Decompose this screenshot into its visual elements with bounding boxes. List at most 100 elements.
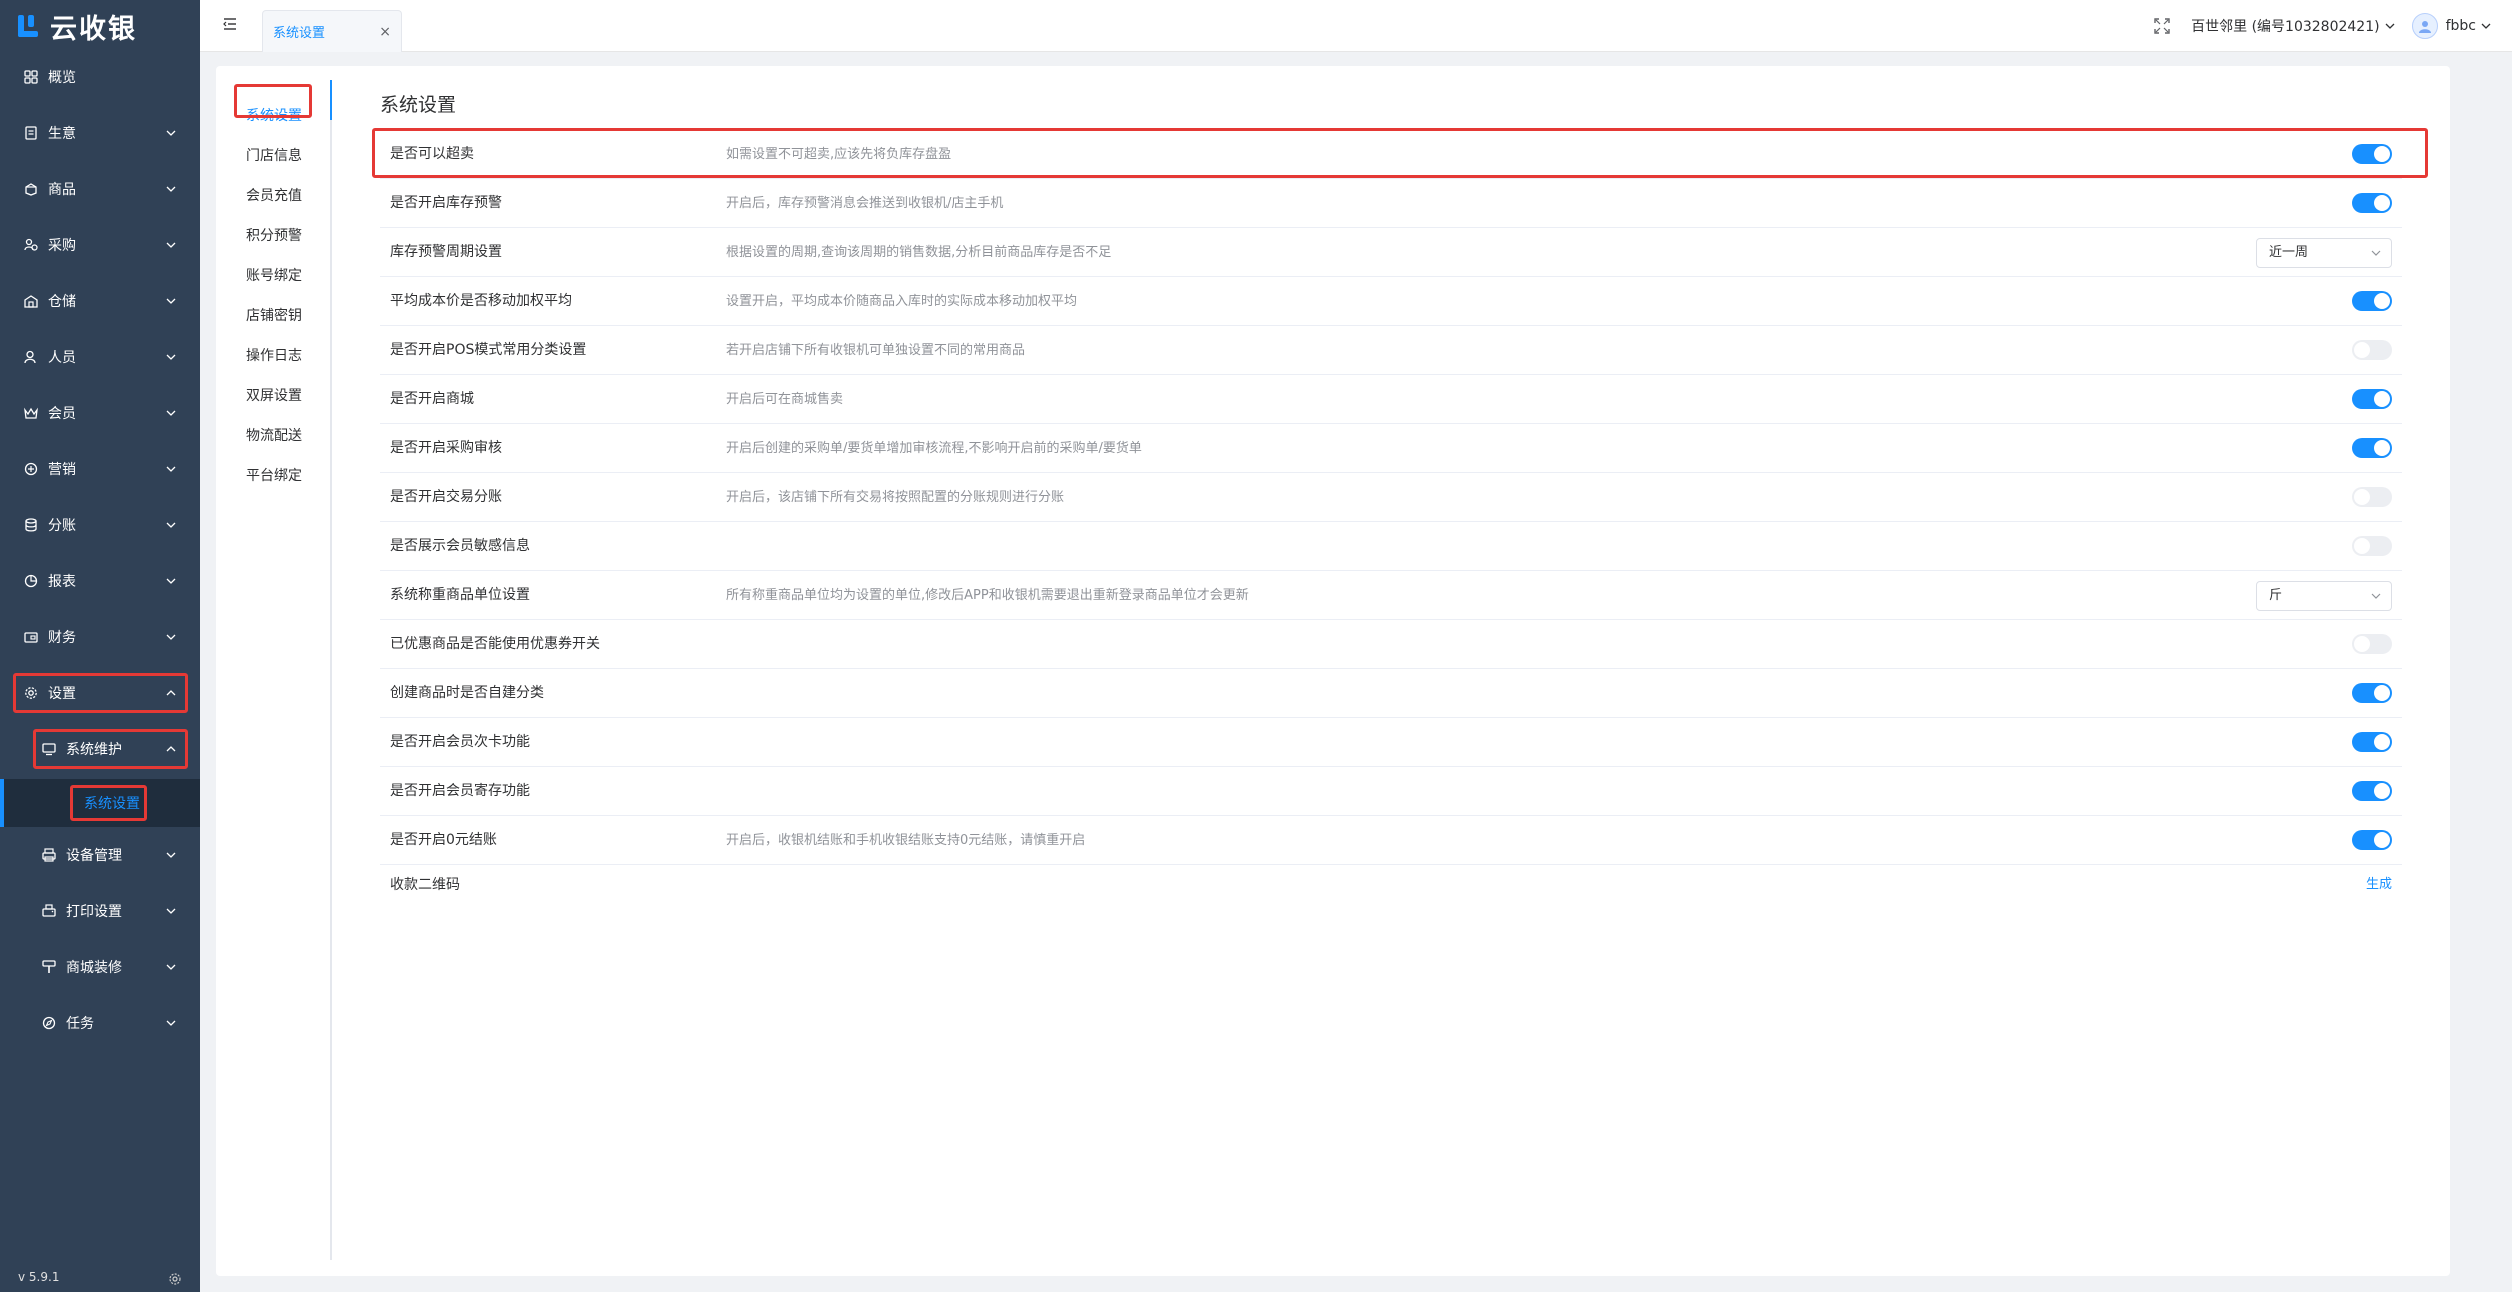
nav-item-operation-log[interactable]: 操作日志	[246, 344, 302, 368]
gear-icon[interactable]	[168, 1272, 182, 1286]
paint-icon	[40, 958, 58, 976]
chevron-up-icon	[166, 690, 176, 696]
close-icon[interactable]: ×	[379, 25, 391, 39]
chevron-down-icon	[166, 522, 176, 528]
setting-description: 根据设置的周期,查询该周期的销售数据,分析目前商品库存是否不足	[726, 245, 1112, 260]
nav-item-system-settings[interactable]: 系统设置	[246, 104, 302, 128]
sidebar-item-warehouse[interactable]: 仓储	[0, 281, 200, 321]
dropdown-select[interactable]: 近一周	[2256, 238, 2392, 268]
avatar[interactable]	[2411, 13, 2438, 39]
generate-link[interactable]: 生成	[2366, 865, 2392, 905]
sidebar-item-finance[interactable]: 财务	[0, 617, 200, 657]
page-title: 系统设置	[380, 94, 457, 116]
tab-label: 系统设置	[273, 26, 326, 41]
toggle-switch[interactable]	[2352, 389, 2392, 409]
store-selector[interactable]: 百世邻里 (编号1032802421)	[2191, 16, 2379, 36]
chevron-down-icon	[166, 964, 176, 970]
sidebar-item-label: 任务	[66, 1016, 94, 1032]
fullscreen-icon[interactable]	[2153, 17, 2171, 35]
chevron-down-icon	[166, 242, 176, 248]
setting-label: 是否开启0元结账	[390, 832, 497, 848]
toggle-switch[interactable]	[2352, 536, 2392, 556]
tab-system-settings[interactable]: 系统设置 ×	[262, 10, 402, 52]
setting-label: 平均成本价是否移动加权平均	[390, 293, 572, 309]
chevron-down-icon	[166, 908, 176, 914]
sidebar-item-goods[interactable]: 商品	[0, 169, 200, 209]
setting-description: 若开启店铺下所有收银机可单独设置不同的常用商品	[726, 343, 1026, 358]
sidebar-item-settings[interactable]: 设置	[0, 673, 200, 713]
toggle-switch[interactable]	[2352, 487, 2392, 507]
sidebar-item-mall-decoration[interactable]: 商城装修	[0, 947, 200, 987]
sidebar-item-label: 系统维护	[66, 742, 122, 758]
toggle-switch[interactable]	[2352, 193, 2392, 213]
setting-label: 创建商品时是否自建分类	[390, 685, 544, 701]
toggle-switch[interactable]	[2352, 634, 2392, 654]
user-name[interactable]: fbbc	[2446, 18, 2476, 34]
sidebar-item-label: 采购	[48, 238, 76, 254]
toggle-switch[interactable]	[2352, 830, 2392, 850]
chevron-down-icon	[166, 1020, 176, 1026]
chevron-down-icon[interactable]	[2480, 20, 2492, 32]
sidebar-item-device-management[interactable]: 设备管理	[0, 835, 200, 875]
nav-active-indicator	[330, 80, 332, 120]
chevron-down-icon[interactable]	[2384, 20, 2396, 32]
sidebar-item-member[interactable]: 会员	[0, 393, 200, 433]
toggle-switch[interactable]	[2352, 340, 2392, 360]
nav-item-points-alert[interactable]: 积分预警	[246, 224, 302, 248]
select-value: 近一周	[2269, 245, 2309, 260]
setting-row: 已优惠商品是否能使用优惠券开关	[380, 620, 2402, 669]
setting-row: 创建商品时是否自建分类	[380, 669, 2402, 718]
pie-chart-icon	[22, 572, 40, 590]
sidebar-item-overview[interactable]: 概览	[0, 57, 200, 97]
toggle-switch[interactable]	[2352, 291, 2392, 311]
toggle-switch[interactable]	[2352, 144, 2392, 164]
sidebar-item-label: 商品	[48, 182, 76, 198]
setting-row: 是否开启0元结账 开启后，收银机结账和手机收银结账支持0元结账，请慎重开启	[380, 816, 2402, 865]
sidebar-item-report[interactable]: 报表	[0, 561, 200, 601]
nav-item-logistics[interactable]: 物流配送	[246, 424, 302, 448]
nav-item-store-info[interactable]: 门店信息	[246, 144, 302, 168]
sidebar-item-label: 仓储	[48, 294, 76, 310]
setting-description: 设置开启，平均成本价随商品入库时的实际成本移动加权平均	[726, 294, 1078, 309]
dropdown-select[interactable]: 斤	[2256, 581, 2392, 611]
menu-collapse-icon[interactable]	[222, 16, 238, 32]
toggle-switch[interactable]	[2352, 683, 2392, 703]
version-label: v 5.9.1	[18, 1270, 60, 1284]
sidebar-item-print-settings[interactable]: 打印设置	[0, 891, 200, 931]
sidebar-item-business[interactable]: 生意	[0, 113, 200, 153]
sidebar-item-system-settings[interactable]: 系统设置	[0, 779, 200, 827]
toggle-switch[interactable]	[2352, 438, 2392, 458]
chevron-down-icon	[166, 578, 176, 584]
sidebar-item-system-maintenance[interactable]: 系统维护	[0, 729, 200, 769]
setting-label: 是否开启采购审核	[390, 440, 502, 456]
sidebar-item-label: 生意	[48, 126, 76, 142]
nav-item-platform-binding[interactable]: 平台绑定	[246, 464, 302, 488]
sidebar-item-task[interactable]: 任务	[0, 1003, 200, 1043]
chevron-up-icon	[166, 746, 176, 752]
chevron-down-icon	[166, 852, 176, 858]
nav-item-account-binding[interactable]: 账号绑定	[246, 264, 302, 288]
sidebar-item-marketing[interactable]: 营销	[0, 449, 200, 489]
setting-description: 开启后，库存预警消息会推送到收银机/店主手机	[726, 196, 1004, 211]
setting-row: 是否开启库存预警 开启后，库存预警消息会推送到收银机/店主手机	[380, 179, 2402, 228]
chevron-down-icon	[2371, 593, 2381, 599]
sidebar-item-purchase[interactable]: 采购	[0, 225, 200, 265]
sidebar-item-staff[interactable]: 人员	[0, 337, 200, 377]
sidebar-item-label: 系统设置	[84, 796, 140, 812]
setting-label: 是否开启会员次卡功能	[390, 734, 530, 750]
setting-row: 是否开启采购审核 开启后创建的采购单/要货单增加审核流程,不影响开启前的采购单/要…	[380, 424, 2402, 473]
setting-description: 所有称重商品单位均为设置的单位,修改后APP和收银机需要退出重新登录商品单位才会…	[726, 588, 1249, 603]
toggle-switch[interactable]	[2352, 781, 2392, 801]
marketing-icon	[22, 460, 40, 478]
chevron-down-icon	[2371, 250, 2381, 256]
app-logo: 云收银	[0, 0, 200, 52]
sidebar-item-split[interactable]: 分账	[0, 505, 200, 545]
chevron-down-icon	[166, 410, 176, 416]
setting-row: 平均成本价是否移动加权平均 设置开启，平均成本价随商品入库时的实际成本移动加权平均	[380, 277, 2402, 326]
toggle-switch[interactable]	[2352, 732, 2392, 752]
setting-label: 是否开启会员寄存功能	[390, 783, 530, 799]
nav-item-member-recharge[interactable]: 会员充值	[246, 184, 302, 208]
chevron-down-icon	[166, 298, 176, 304]
nav-item-dual-screen[interactable]: 双屏设置	[246, 384, 302, 408]
nav-item-store-key[interactable]: 店铺密钥	[246, 304, 302, 328]
